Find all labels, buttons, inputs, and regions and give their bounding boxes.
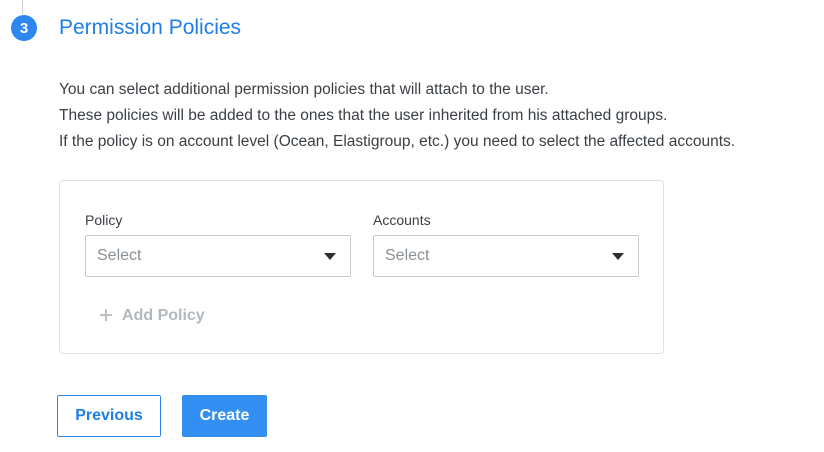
accounts-select[interactable]: Select (373, 235, 639, 277)
add-policy-button[interactable]: + Add Policy (99, 302, 205, 329)
permission-policies-step: 3 Permission Policies You can select add… (0, 0, 824, 452)
description-line: You can select additional permission pol… (59, 81, 549, 98)
description-line: If the policy is on account level (Ocean… (59, 133, 736, 150)
accounts-field: Accounts Select (373, 211, 639, 277)
create-button[interactable]: Create (182, 395, 267, 437)
accounts-select-placeholder: Select (385, 247, 430, 264)
step-number-badge: 3 (11, 15, 37, 41)
step-description: You can select additional permission pol… (59, 77, 819, 155)
policy-select-placeholder: Select (97, 247, 142, 264)
caret-down-icon (324, 252, 336, 260)
step-connector-line (22, 0, 23, 14)
plus-icon: + (99, 302, 114, 329)
policy-select[interactable]: Select (85, 235, 351, 277)
description-line: These policies will be added to the ones… (59, 107, 668, 124)
step-title: Permission Policies (59, 16, 242, 39)
accounts-label: Accounts (373, 212, 431, 228)
policy-label: Policy (85, 212, 123, 228)
caret-down-icon (612, 252, 624, 260)
previous-button[interactable]: Previous (57, 395, 161, 437)
policy-card: Policy Select Accounts Select + Add Poli… (59, 180, 664, 354)
policy-field: Policy Select (85, 211, 351, 277)
add-policy-label: Add Policy (122, 307, 205, 324)
